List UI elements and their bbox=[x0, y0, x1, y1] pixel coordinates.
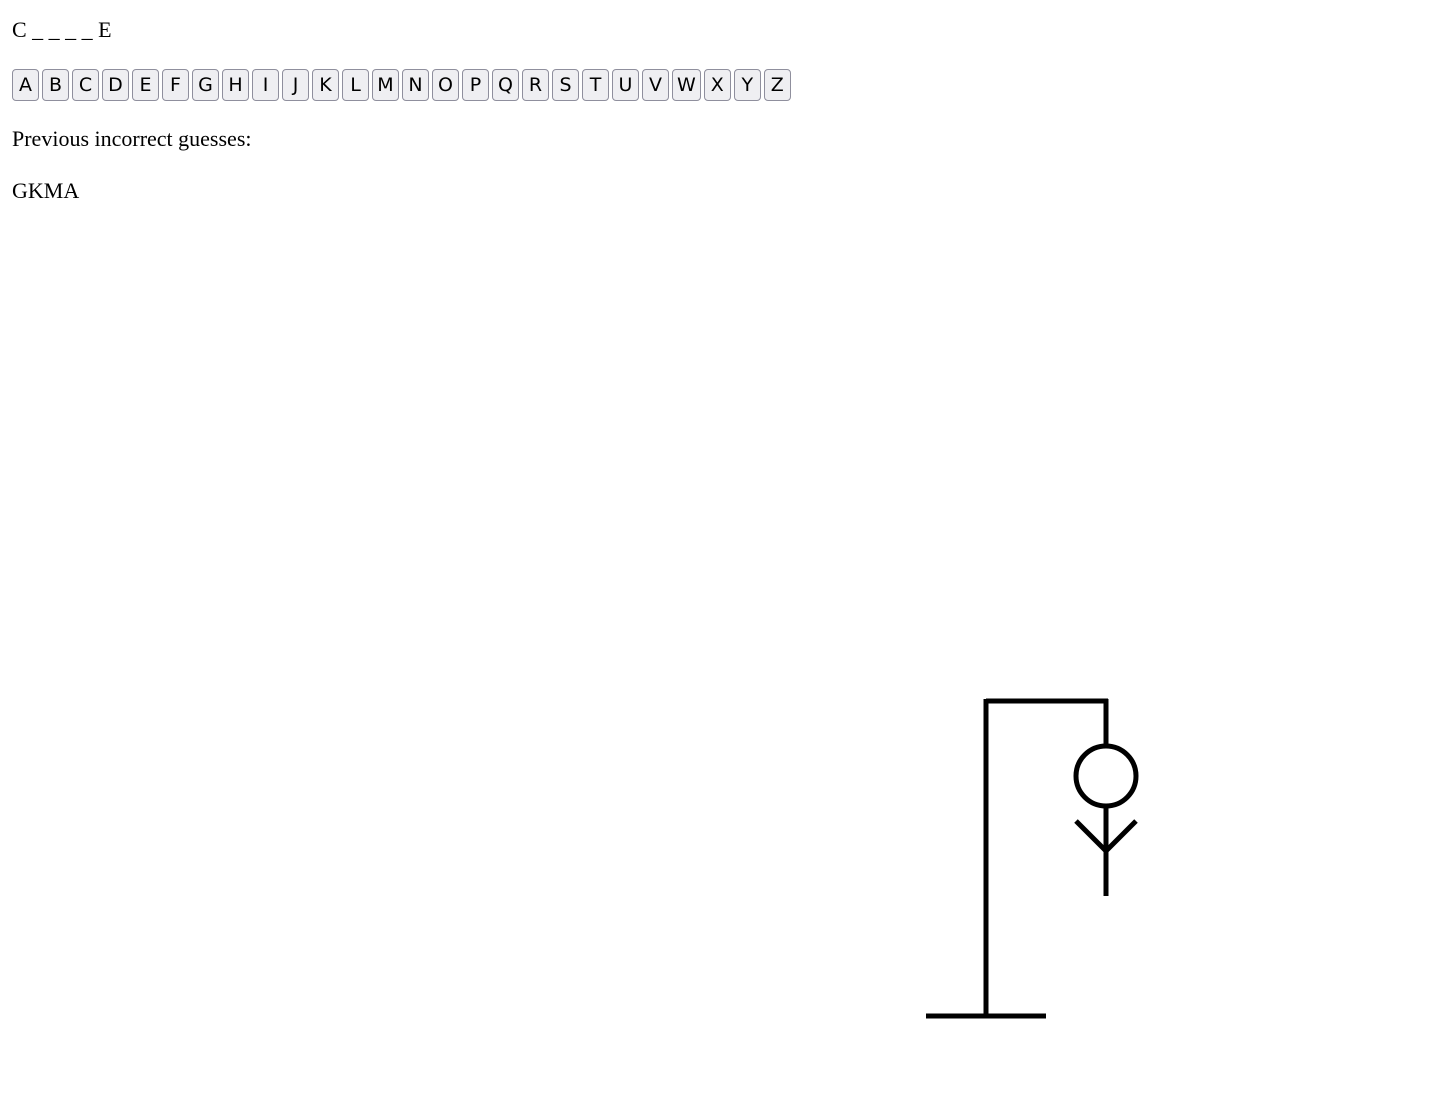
hangman-head bbox=[1073, 743, 1139, 809]
letter-button-g[interactable]: G bbox=[192, 69, 219, 101]
letter-button-j[interactable]: J bbox=[282, 69, 309, 101]
letter-button-x[interactable]: X bbox=[703, 69, 731, 101]
word-display: C _ _ _ _ E bbox=[12, 17, 112, 42]
letter-button-h[interactable]: H bbox=[222, 69, 249, 101]
letter-button-k[interactable]: K bbox=[312, 69, 339, 101]
letter-button-r[interactable]: R bbox=[522, 69, 549, 101]
letter-button-a[interactable]: A bbox=[12, 69, 39, 101]
letter-button-i[interactable]: I bbox=[252, 69, 279, 101]
letter-button-m[interactable]: M bbox=[372, 69, 399, 101]
letter-button-u[interactable]: U bbox=[612, 69, 639, 101]
letter-button-e[interactable]: E bbox=[132, 69, 159, 101]
letter-button-t[interactable]: T bbox=[582, 69, 609, 101]
letter-button-d[interactable]: D bbox=[102, 69, 129, 101]
letter-button-n[interactable]: N bbox=[402, 69, 429, 101]
hangman-right-arm bbox=[1103, 819, 1138, 854]
letter-button-z[interactable]: Z bbox=[763, 69, 791, 101]
hangman-left-arm bbox=[1074, 819, 1109, 854]
hangman-drawing bbox=[926, 698, 1139, 1019]
letter-button-q[interactable]: Q bbox=[492, 69, 519, 101]
letter-button-f[interactable]: F bbox=[162, 69, 189, 101]
letter-button-p[interactable]: P bbox=[462, 69, 489, 101]
letter-button-v[interactable]: V bbox=[642, 69, 669, 101]
letter-button-c[interactable]: C bbox=[72, 69, 99, 101]
incorrect-guesses-list: GKMA bbox=[12, 178, 80, 203]
letter-keyboard: ABCDEFGHIJKLMNOPQRSTUVWXYZ bbox=[12, 69, 794, 101]
letter-button-b[interactable]: B bbox=[42, 69, 69, 101]
letter-button-l[interactable]: L bbox=[342, 69, 369, 101]
letter-button-y[interactable]: Y bbox=[733, 69, 761, 101]
letter-button-s[interactable]: S bbox=[552, 69, 579, 101]
letter-button-o[interactable]: O bbox=[432, 69, 459, 101]
incorrect-guesses-label: Previous incorrect guesses: bbox=[12, 126, 252, 151]
letter-button-w[interactable]: W bbox=[672, 69, 701, 101]
